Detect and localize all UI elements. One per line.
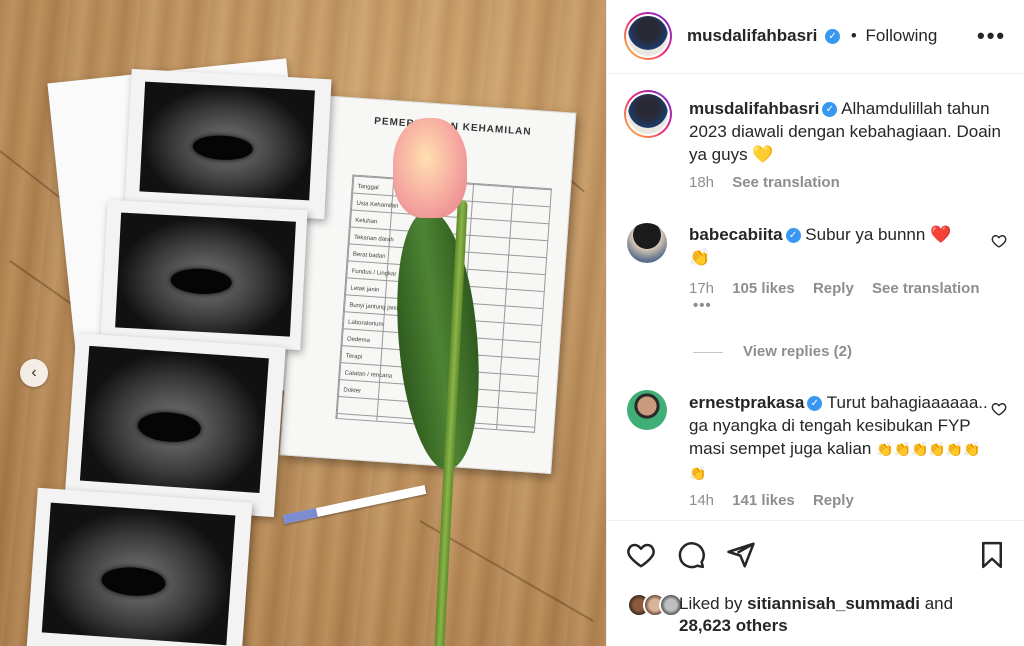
comment-likes[interactable]: 141 likes <box>732 492 795 509</box>
tulip-flower <box>393 118 467 218</box>
header-separator: • <box>850 26 857 45</box>
more-options-icon[interactable]: ••• <box>977 23 1006 49</box>
post-actions: Liked by sitiannisah_summadi and 28,623 … <box>607 520 1024 646</box>
comment-1-meta: 17h 105 likes Reply See translation <box>689 280 994 297</box>
view-replies-button[interactable]: View replies (2) <box>693 343 852 360</box>
comment-avatar[interactable] <box>627 223 667 263</box>
verified-badge-icon: ✓ <box>807 396 823 412</box>
post-photo[interactable]: PEMERIKSAAN KEHAMILAN Tanggal Usia Keham… <box>0 0 606 646</box>
post-side-panel: musdalifahbasri ✓ • Following ••• musdal… <box>606 0 1024 646</box>
following-button[interactable]: Following <box>866 26 938 45</box>
comment-2-meta: 14h 141 likes Reply <box>689 492 868 509</box>
comment-username[interactable]: babecabiita <box>689 225 783 244</box>
header-avatar[interactable] <box>624 12 672 60</box>
chevron-left-icon: ‹ <box>31 364 37 381</box>
yellow-heart-emoji: 💛 <box>752 145 774 164</box>
header-username[interactable]: musdalifahbasri <box>687 26 817 45</box>
ultrasound-image <box>115 212 296 337</box>
carousel-prev-button[interactable]: ‹ <box>20 359 48 387</box>
post-header: musdalifahbasri ✓ • Following ••• <box>607 0 1024 74</box>
ultrasound-print <box>26 487 253 646</box>
comment-text: Subur ya bunnn <box>805 225 926 244</box>
liked-by-and: and <box>924 594 954 613</box>
liked-by-prefix: Liked by <box>679 594 743 613</box>
save-bookmark-icon[interactable] <box>977 540 1007 570</box>
like-comment-heart-icon[interactable] <box>991 233 1007 249</box>
comment-options-icon[interactable]: ••• <box>693 297 712 314</box>
comment-1: babecabiita ✓ Subur ya bunnn ❤️ 👏 <box>689 223 989 269</box>
ultrasound-print <box>64 332 286 518</box>
clap-emoji: 👏 <box>689 248 711 267</box>
ultrasound-image <box>41 502 236 646</box>
ultrasound-image <box>79 345 269 494</box>
caption-meta: 18h See translation <box>689 174 854 191</box>
verified-badge-icon: ✓ <box>785 228 801 244</box>
ultrasound-image <box>139 81 315 201</box>
comment-username[interactable]: ernestprakasa <box>689 393 804 412</box>
caption-see-translation[interactable]: See translation <box>732 174 840 191</box>
caption-username[interactable]: musdalifahbasri <box>689 99 819 118</box>
liked-by-user[interactable]: sitiannisah_summadi <box>747 594 920 613</box>
share-send-icon[interactable] <box>726 540 756 570</box>
ultrasound-print <box>100 199 308 351</box>
comments-section[interactable]: musdalifahbasri ✓ Alhamdulillah tahun 202… <box>607 75 1024 520</box>
verified-badge-icon: ✓ <box>822 102 838 118</box>
comment-avatar[interactable] <box>627 390 667 430</box>
comment-2: ernestprakasa ✓ Turut bahagiaaaaaa.. ga n… <box>689 391 989 485</box>
comment-likes[interactable]: 105 likes <box>732 280 795 297</box>
caption-avatar[interactable] <box>624 90 672 138</box>
reply-button[interactable]: Reply <box>813 280 854 297</box>
liked-by-text: Liked by sitiannisah_summadi and 28,623 … <box>679 593 999 637</box>
caption: musdalifahbasri ✓ Alhamdulillah tahun 202… <box>689 97 1019 166</box>
caption-time[interactable]: 18h <box>689 174 714 191</box>
see-translation-button[interactable]: See translation <box>872 280 980 297</box>
ultrasound-print <box>124 68 332 220</box>
comment-time[interactable]: 17h <box>689 280 714 297</box>
header-user: musdalifahbasri ✓ • Following <box>687 26 937 46</box>
verified-badge-icon: ✓ <box>825 29 841 45</box>
liked-by-others[interactable]: 28,623 others <box>679 616 788 635</box>
comment-time[interactable]: 14h <box>689 492 714 509</box>
reply-button[interactable]: Reply <box>813 492 854 509</box>
like-comment-heart-icon[interactable] <box>991 401 1007 417</box>
comment-bubble-icon[interactable] <box>676 540 706 570</box>
like-heart-icon[interactable] <box>626 540 656 570</box>
red-heart-emoji: ❤️ <box>930 225 952 244</box>
